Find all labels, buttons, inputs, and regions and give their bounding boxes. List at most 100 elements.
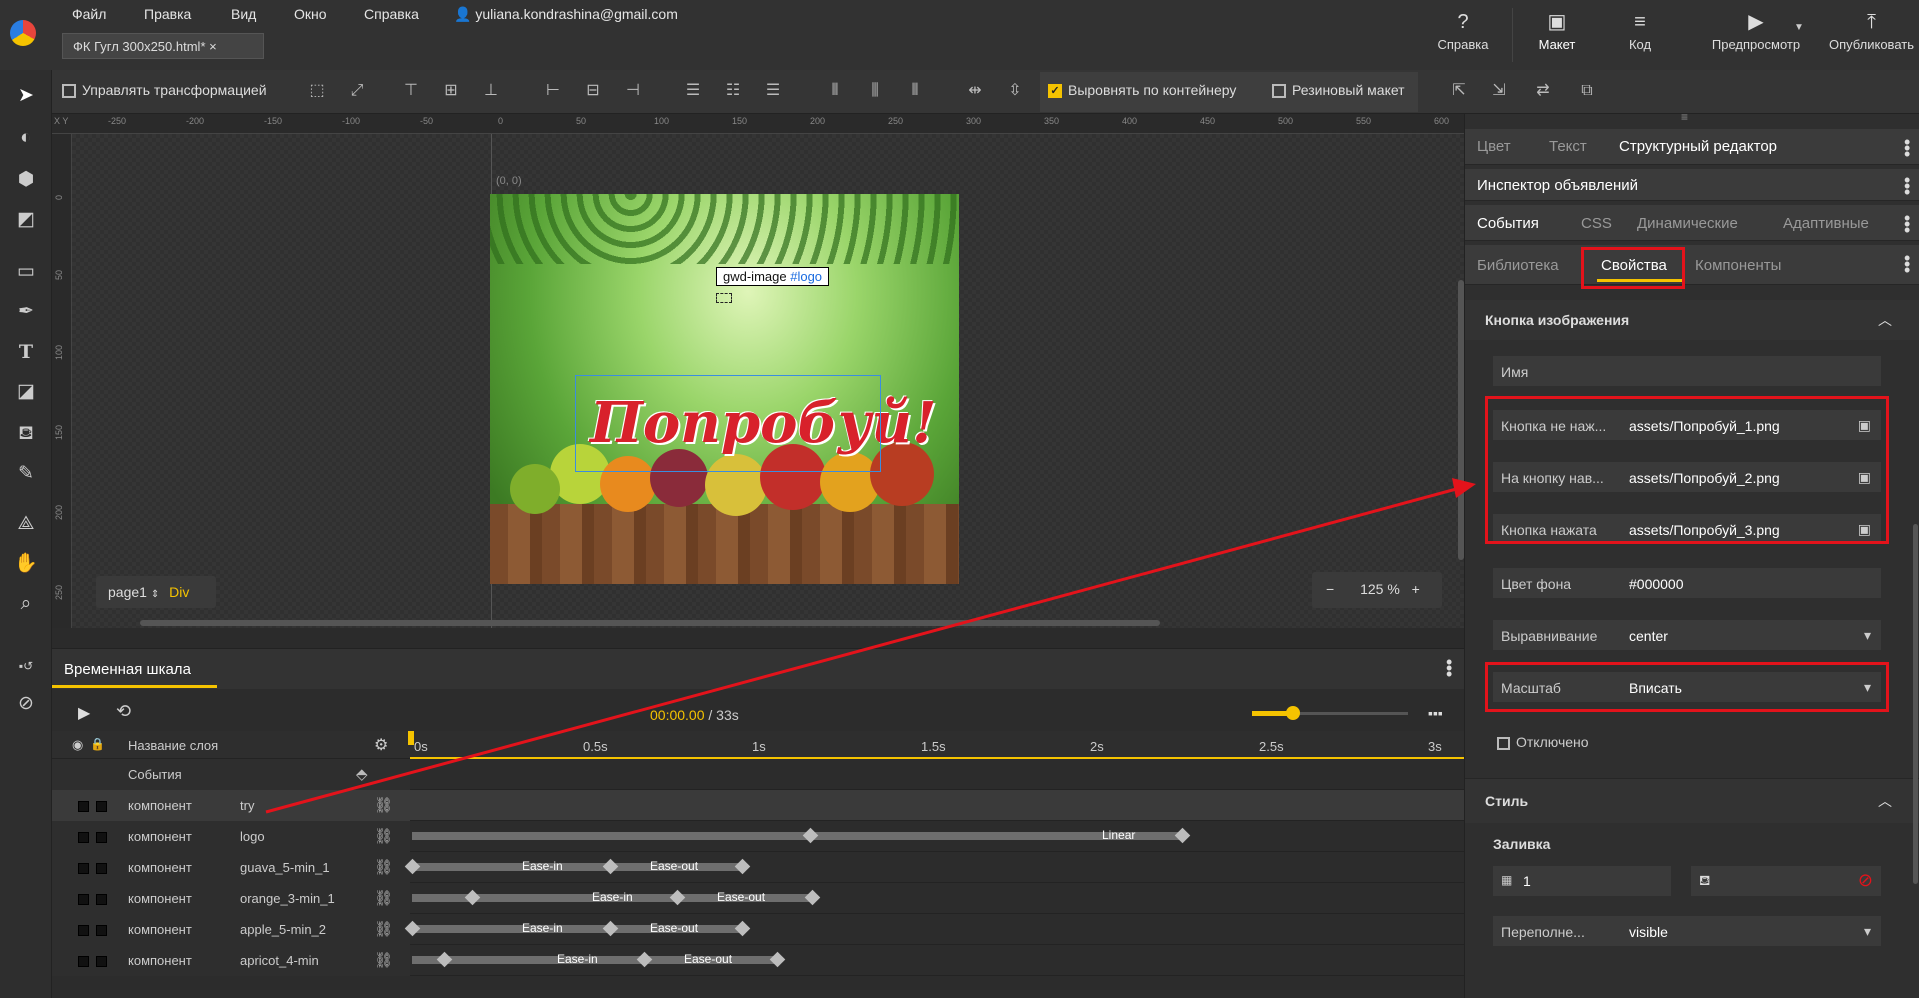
- zoom-icon[interactable]: ⌕: [12, 590, 40, 618]
- add-event-icon[interactable]: ⬘: [356, 765, 368, 783]
- menu-view[interactable]: Вид: [231, 6, 256, 22]
- menu-edit[interactable]: Правка: [144, 6, 191, 22]
- manage-transform-checkbox[interactable]: Управлять трансформацией: [62, 82, 267, 99]
- drag-handle-icon[interactable]: ≡: [1681, 110, 1695, 124]
- tab-adaptive[interactable]: Адаптивные: [1783, 215, 1869, 232]
- bg-color-field[interactable]: Цвет фона #000000: [1493, 568, 1881, 598]
- keyframe[interactable]: [602, 920, 619, 937]
- link-icon[interactable]: ⛓: [374, 951, 393, 969]
- visibility-toggle[interactable]: [78, 956, 89, 967]
- keyframe[interactable]: [436, 951, 453, 968]
- distribute-bottom-icon[interactable]: ☰: [762, 82, 784, 100]
- horizontal-scrollbar[interactable]: [140, 620, 1160, 626]
- zoom-in-button[interactable]: +: [1412, 581, 1420, 597]
- align-bottom-icon[interactable]: ⊥: [480, 82, 502, 100]
- link-icon[interactable]: ⛓: [374, 889, 393, 907]
- animation-track[interactable]: [412, 832, 1182, 840]
- lock-toggle[interactable]: [96, 801, 107, 812]
- style-section-header[interactable]: Стиль ︿: [1465, 779, 1919, 823]
- eyedropper-icon[interactable]: ✎: [12, 460, 40, 488]
- publish-button[interactable]: ⤒ Опубликовать: [1824, 12, 1919, 52]
- timeline-row[interactable]: компонент apple_5-min_2 ⛓ Ease-in Ease-out: [52, 914, 1464, 945]
- 3d-translate-icon[interactable]: ⬢: [12, 166, 40, 194]
- timeline-row[interactable]: компонент apricot_4-min ⛓ Ease-in Ease-out: [52, 945, 1464, 976]
- help-button[interactable]: ? Справка: [1432, 12, 1494, 52]
- link-icon[interactable]: ⛓: [374, 827, 393, 845]
- align-container-checkbox[interactable]: ✓ Выровнять по контейнеру: [1048, 82, 1236, 99]
- fill-opacity-value[interactable]: 1: [1523, 873, 1531, 889]
- easing-label[interactable]: Ease-in: [592, 890, 633, 904]
- timeline-row[interactable]: компонент logo ⛓ Linear: [52, 821, 1464, 852]
- no-color-icon[interactable]: ⊘: [1858, 870, 1873, 891]
- tab-events[interactable]: События: [1477, 215, 1539, 232]
- swap-icon[interactable]: ⇄: [1532, 82, 1554, 100]
- loop-icon[interactable]: ⟲: [116, 701, 131, 722]
- keyframe[interactable]: [1174, 827, 1191, 844]
- timeline-row[interactable]: компонент try ⛓: [52, 790, 1464, 821]
- easing-label[interactable]: Ease-in: [522, 921, 563, 935]
- timeline-row[interactable]: компонент orange_3-min_1 ⛓ Ease-in Ease-out: [52, 883, 1464, 914]
- chevron-down-icon[interactable]: ▾: [1864, 923, 1871, 940]
- export-icon[interactable]: ⇱: [1448, 82, 1470, 100]
- rubber-layout-checkbox[interactable]: Резиновый макет: [1272, 82, 1405, 99]
- name-field[interactable]: Имя: [1493, 356, 1881, 386]
- overflow-value[interactable]: visible: [1629, 924, 1668, 940]
- preview-button[interactable]: ▶ Предпросмотр: [1704, 12, 1808, 52]
- tab-text[interactable]: Текст: [1549, 138, 1587, 155]
- visibility-toggle[interactable]: [78, 801, 89, 812]
- menu-window[interactable]: Окно: [294, 6, 327, 22]
- gear-icon[interactable]: ⚙: [374, 735, 388, 755]
- more-vertical-icon[interactable]: • • •: [1446, 653, 1452, 683]
- layers-icon[interactable]: ⧉: [1576, 82, 1598, 100]
- chevron-up-icon[interactable]: ︿: [1878, 310, 1892, 330]
- tab-components[interactable]: Компоненты: [1695, 257, 1781, 274]
- layer-name[interactable]: apple_5-min_2: [240, 922, 326, 937]
- lock-toggle[interactable]: [96, 956, 107, 967]
- zoom-slider-thumb[interactable]: [1286, 706, 1300, 720]
- chevron-down-icon[interactable]: ▾: [1864, 627, 1871, 644]
- layer-name[interactable]: guava_5-min_1: [240, 860, 330, 875]
- more-vertical-icon[interactable]: • • •: [1904, 171, 1910, 201]
- tab-library[interactable]: Библиотека: [1477, 257, 1559, 274]
- visibility-toggle[interactable]: [78, 894, 89, 905]
- more-vertical-icon[interactable]: • • •: [1904, 209, 1910, 239]
- link-icon[interactable]: ⛓: [374, 858, 393, 876]
- easing-label[interactable]: Ease-in: [522, 859, 563, 873]
- bg-color-value[interactable]: #000000: [1629, 576, 1684, 592]
- easing-label[interactable]: Ease-out: [650, 921, 698, 935]
- visibility-toggle[interactable]: [78, 832, 89, 843]
- swap-colors-icon[interactable]: ▪↺: [12, 652, 40, 680]
- resize-icon[interactable]: ⤢: [346, 82, 368, 100]
- timeline-title[interactable]: Временная шкала: [64, 661, 191, 678]
- menu-help[interactable]: Справка: [364, 6, 419, 22]
- tag-icon[interactable]: ▭: [12, 258, 40, 286]
- 3d-rotate-icon[interactable]: ◐: [12, 124, 40, 152]
- fill-opacity-field[interactable]: ▦ 1: [1493, 866, 1671, 896]
- alignment-value[interactable]: center: [1629, 628, 1668, 644]
- timeline-row[interactable]: компонент guava_5-min_1 ⛓ Ease-in Ease-out: [52, 852, 1464, 883]
- visibility-toggle[interactable]: [78, 925, 89, 936]
- keyframe[interactable]: [734, 858, 751, 875]
- distribute-center-icon[interactable]: ⫼: [864, 82, 886, 100]
- import-icon[interactable]: ⇲: [1488, 82, 1510, 100]
- align-middle-icon[interactable]: ⊞: [440, 82, 462, 100]
- layout-button[interactable]: ▣ Макет: [1532, 12, 1582, 52]
- easing-label[interactable]: Ease-out: [717, 890, 765, 904]
- shape-icon[interactable]: ◪: [12, 378, 40, 406]
- zoom-value[interactable]: 125: [1360, 581, 1383, 597]
- keyframe[interactable]: [464, 889, 481, 906]
- lock-toggle[interactable]: [96, 894, 107, 905]
- text-tool-icon[interactable]: T: [12, 338, 40, 366]
- logo-element-label[interactable]: gwd-image #logo: [716, 267, 830, 286]
- 3d-view-icon[interactable]: ⟁: [12, 510, 40, 538]
- disabled-checkbox[interactable]: Отключено: [1497, 734, 1589, 750]
- layer-name[interactable]: orange_3-min_1: [240, 891, 335, 906]
- paint-bucket-icon[interactable]: ⛾: [12, 420, 40, 448]
- hand-icon[interactable]: ✋: [12, 550, 40, 578]
- easing-label[interactable]: Ease-out: [650, 859, 698, 873]
- eye-icon[interactable]: ◉: [72, 737, 83, 753]
- lock-toggle[interactable]: [96, 863, 107, 874]
- visibility-toggle[interactable]: [78, 863, 89, 874]
- link-icon[interactable]: ⛓: [374, 796, 393, 814]
- tab-structure-editor[interactable]: Структурный редактор: [1619, 138, 1777, 155]
